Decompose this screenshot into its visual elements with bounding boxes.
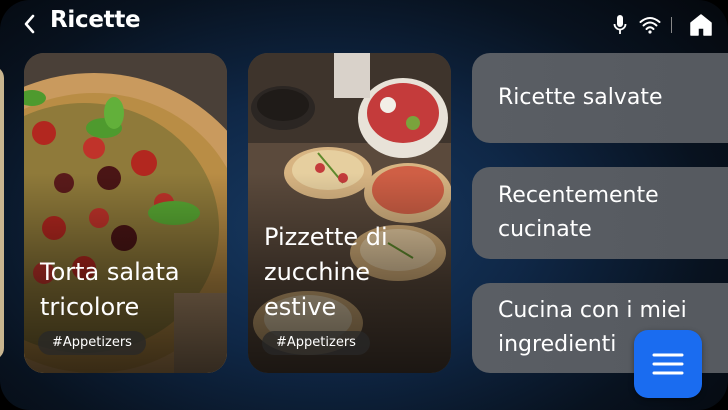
card-title: Pizzette di zucchine estive bbox=[264, 223, 388, 321]
previous-card-peek[interactable] bbox=[0, 66, 4, 360]
card-tag: #Appetizers bbox=[38, 331, 146, 355]
status-divider bbox=[671, 17, 672, 33]
page-title: Ricette bbox=[50, 7, 141, 33]
screen: Ricette Torta salata tricolore #Appetize… bbox=[0, 0, 728, 410]
menu-fab-button[interactable] bbox=[634, 330, 702, 398]
wifi-icon bbox=[639, 16, 661, 34]
menu-item-label: Ricette salvate bbox=[498, 85, 663, 110]
card-tag: #Appetizers bbox=[262, 331, 370, 355]
home-icon bbox=[690, 14, 712, 36]
back-arrow-icon bbox=[24, 14, 35, 34]
menu-icon bbox=[652, 353, 684, 375]
card-title: Torta salata tricolore bbox=[40, 258, 180, 321]
saved-recipes-button[interactable]: Ricette salvate bbox=[472, 53, 728, 143]
menu-item-label: Recentemente cucinate bbox=[498, 183, 659, 242]
back-button[interactable] bbox=[14, 8, 44, 40]
header: Ricette bbox=[0, 0, 728, 50]
status-bar bbox=[613, 10, 716, 40]
home-button[interactable] bbox=[686, 10, 716, 40]
recipe-card-torta-salata[interactable]: Torta salata tricolore #Appetizers bbox=[24, 53, 227, 373]
recently-cooked-button[interactable]: Recentemente cucinate bbox=[472, 167, 728, 259]
recipe-card-pizzette[interactable]: Pizzette di zucchine estive #Appetizers bbox=[248, 53, 451, 373]
microphone-icon bbox=[613, 14, 627, 36]
